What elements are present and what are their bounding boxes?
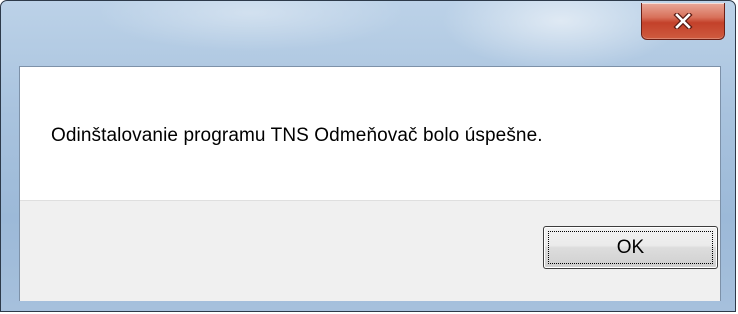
close-icon xyxy=(673,13,693,29)
dialog-client-area: Odinštalovanie programu TNS Odmeňovač bo… xyxy=(19,66,721,301)
ok-button[interactable]: OK xyxy=(543,226,718,269)
close-button[interactable] xyxy=(641,3,725,40)
dialog-message: Odinštalovanie programu TNS Odmeňovač bo… xyxy=(51,125,543,146)
button-area: OK xyxy=(20,200,720,301)
message-area: Odinštalovanie programu TNS Odmeňovač bo… xyxy=(20,67,720,200)
dialog-window: Odinštalovanie programu TNS Odmeňovač bo… xyxy=(0,0,736,312)
title-bar[interactable] xyxy=(1,1,735,65)
ok-button-label: OK xyxy=(616,236,645,258)
